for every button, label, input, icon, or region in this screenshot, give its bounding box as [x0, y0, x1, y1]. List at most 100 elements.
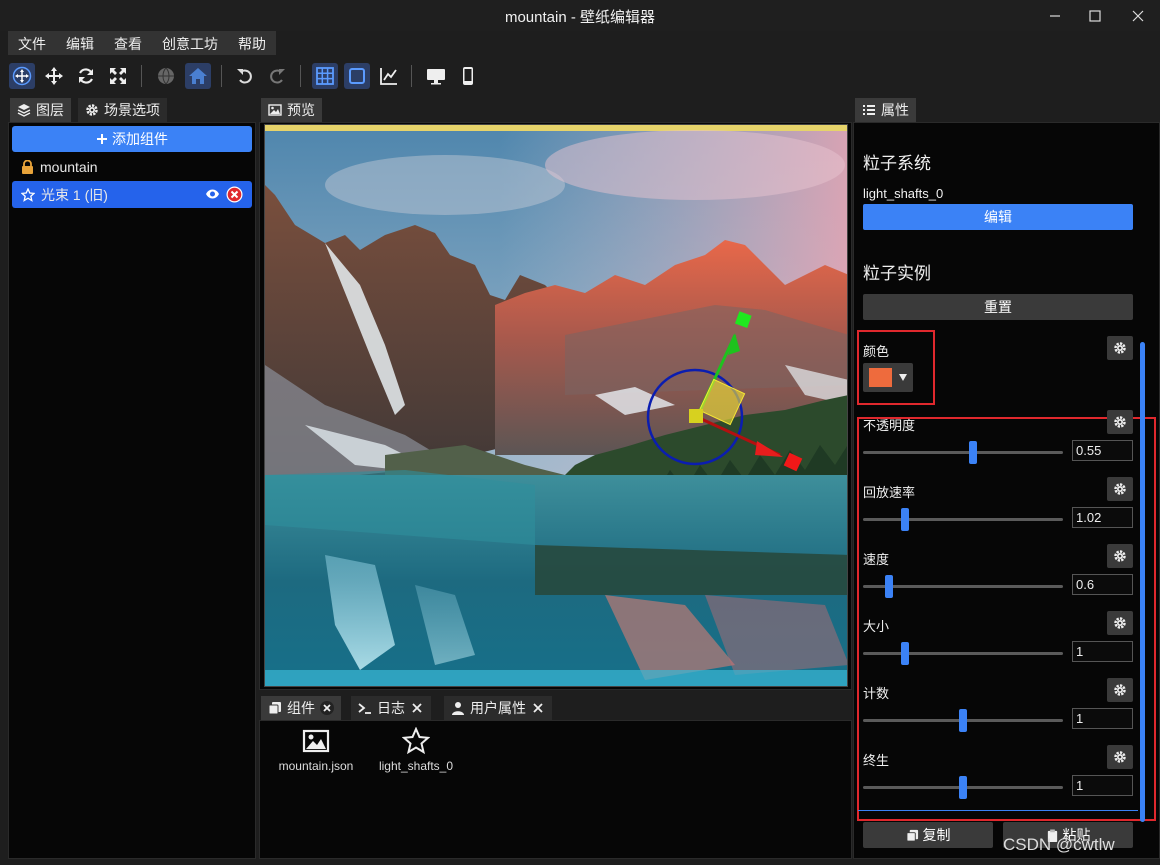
slider-label: 计数 — [863, 686, 890, 701]
slider-settings-button[interactable] — [1107, 544, 1133, 568]
slider-value-input[interactable]: 0.55 — [1072, 440, 1133, 461]
terminal-icon — [358, 703, 371, 714]
add-component-button[interactable]: 添加组件 — [12, 126, 252, 152]
undo-button[interactable] — [232, 63, 258, 89]
color-picker-button[interactable] — [863, 363, 913, 392]
lock-icon — [22, 159, 33, 174]
grid-button[interactable] — [312, 63, 338, 89]
slider-value-input[interactable]: 0.6 — [1072, 574, 1133, 595]
grid-icon — [316, 67, 334, 85]
tab-components[interactable]: 组件 — [261, 696, 341, 720]
gear-icon — [1114, 550, 1126, 562]
slider-value-input[interactable]: 1 — [1072, 775, 1133, 796]
tab-layers-label: 图层 — [36, 102, 64, 118]
slider-value-input[interactable]: 1 — [1072, 708, 1133, 729]
slider-value-input[interactable]: 1.02 — [1072, 507, 1133, 528]
tab-layers[interactable]: 图层 — [10, 98, 71, 122]
redo-button[interactable] — [264, 63, 290, 89]
slider-thumb[interactable] — [959, 709, 967, 732]
slider-track[interactable] — [863, 652, 1063, 655]
gear-icon — [1114, 617, 1126, 629]
gear-icon — [1114, 342, 1126, 354]
slider-label: 回放速率 — [863, 485, 916, 500]
layer-item-mountain[interactable]: mountain — [12, 153, 252, 180]
move-gizmo-icon — [12, 66, 32, 86]
tab-components-label: 组件 — [287, 700, 315, 716]
close-tab-icon — [533, 703, 543, 713]
component-item-mountain[interactable]: mountain.json — [266, 727, 366, 773]
slider-track[interactable] — [863, 585, 1063, 588]
slider-track[interactable] — [863, 451, 1063, 454]
menu-file[interactable]: 文件 — [8, 31, 56, 55]
slider-settings-button[interactable] — [1107, 410, 1133, 434]
slider-thumb[interactable] — [901, 642, 909, 665]
square-icon — [349, 68, 365, 84]
tab-user-properties[interactable]: 用户属性 — [444, 696, 552, 720]
particle-system-name: light_shafts_0 — [863, 186, 944, 201]
close-icon — [1132, 10, 1144, 21]
scale-button[interactable] — [105, 63, 131, 89]
rotate-icon — [78, 68, 94, 84]
layers-panel — [8, 122, 256, 859]
window-title: mountain - 壁纸编辑器 — [504, 9, 656, 26]
list-icon — [863, 105, 875, 115]
color-swatch — [869, 368, 892, 387]
maximize-icon — [1089, 9, 1101, 22]
tab-preview[interactable]: 预览 — [261, 98, 322, 122]
slider-label: 不透明度 — [863, 418, 916, 433]
rotate-button[interactable] — [73, 63, 99, 89]
close-button[interactable] — [1118, 0, 1158, 31]
scrollbar[interactable] — [1140, 342, 1145, 822]
tab-log[interactable]: 日志 — [351, 696, 431, 720]
maximize-button[interactable] — [1075, 0, 1115, 31]
layer-label: mountain — [40, 158, 98, 175]
gear-icon — [86, 104, 98, 116]
gear-icon — [1114, 751, 1126, 763]
scene-preview[interactable] — [264, 124, 848, 687]
menu-edit[interactable]: 编辑 — [56, 31, 104, 55]
close-tab-icon — [412, 703, 422, 713]
slider-track[interactable] — [863, 518, 1063, 521]
home-button[interactable] — [185, 63, 211, 89]
slider-settings-button[interactable] — [1107, 477, 1133, 501]
slider-settings-button[interactable] — [1107, 745, 1133, 769]
slider-value-input[interactable]: 1 — [1072, 641, 1133, 662]
edit-button[interactable]: 编辑 — [863, 204, 1133, 230]
reset-button[interactable]: 重置 — [863, 294, 1133, 320]
frame-button[interactable] — [344, 63, 370, 89]
toolbar-separator — [300, 65, 301, 87]
menu-workshop[interactable]: 创意工坊 — [152, 31, 228, 55]
tab-scene-options[interactable]: 场景选项 — [78, 98, 167, 122]
component-item-light-shafts[interactable]: light_shafts_0 — [366, 727, 466, 773]
globe-button[interactable] — [153, 63, 179, 89]
user-icon — [452, 702, 464, 715]
translate-button[interactable] — [41, 63, 67, 89]
color-label: 颜色 — [863, 344, 890, 359]
slider-label: 速度 — [863, 552, 890, 567]
star-outline-icon — [21, 187, 35, 202]
tab-properties-label: 属性 — [881, 102, 909, 118]
mountain-lake-image — [265, 125, 847, 686]
desktop-button[interactable] — [423, 63, 449, 89]
tab-properties[interactable]: 属性 — [855, 98, 916, 122]
slider-thumb[interactable] — [969, 441, 977, 464]
close-tab-icon — [320, 701, 334, 715]
slider-settings-button[interactable] — [1107, 678, 1133, 702]
slider-thumb[interactable] — [901, 508, 909, 531]
home-icon — [189, 68, 207, 84]
color-settings-button[interactable] — [1107, 336, 1133, 360]
slider-thumb[interactable] — [959, 776, 967, 799]
tab-scene-options-label: 场景选项 — [104, 102, 160, 118]
menu-help[interactable]: 帮助 — [228, 31, 276, 55]
section-title-particle-system: 粒子系统 — [863, 154, 931, 173]
slider-thumb[interactable] — [885, 575, 893, 598]
redo-icon — [270, 69, 285, 84]
move-gizmo-button[interactable] — [9, 63, 35, 89]
slider-settings-button[interactable] — [1107, 611, 1133, 635]
phone-button[interactable] — [455, 63, 481, 89]
menu-view[interactable]: 查看 — [104, 31, 152, 55]
minimize-button[interactable] — [1035, 0, 1075, 31]
layer-item-light-shafts[interactable]: 光束 1 (旧) — [12, 181, 252, 208]
copy-button[interactable]: 复制 — [863, 822, 993, 848]
chart-button[interactable] — [376, 63, 402, 89]
